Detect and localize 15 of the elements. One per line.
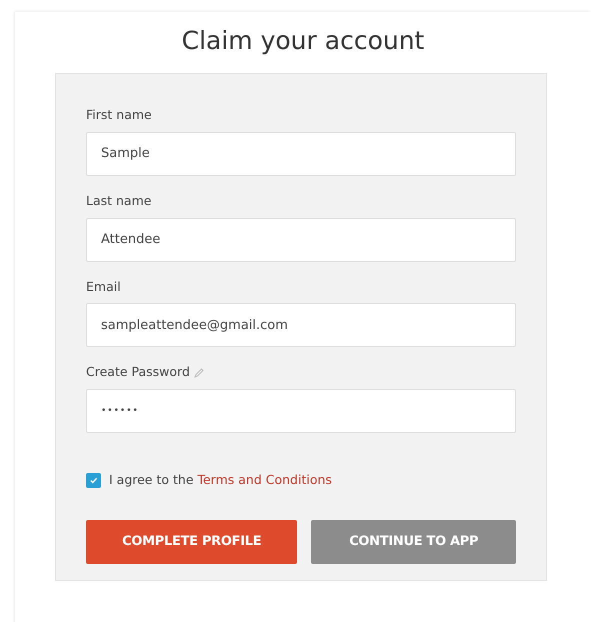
check-icon xyxy=(89,476,98,485)
field-label: First name xyxy=(86,106,152,124)
complete-profile-button[interactable]: COMPLETE PROFILE xyxy=(86,520,298,564)
field-label: Email xyxy=(86,278,121,296)
terms-link[interactable]: Terms and Conditions xyxy=(197,472,332,487)
field-label: Last name xyxy=(86,192,152,210)
form-title: Claim your account xyxy=(180,26,426,56)
pencil-icon xyxy=(194,368,204,378)
input-field[interactable]: Sample xyxy=(86,132,516,176)
input-field[interactable]: sampleattendee@gmail.com xyxy=(86,303,516,348)
password-field[interactable]: •••••• xyxy=(86,389,516,433)
agreement-text: I agree to the Terms and Conditions xyxy=(109,471,332,489)
agree-checkbox[interactable] xyxy=(86,472,101,488)
input-field[interactable]: Attendee xyxy=(86,218,516,262)
field-label: Create Password xyxy=(86,363,190,382)
